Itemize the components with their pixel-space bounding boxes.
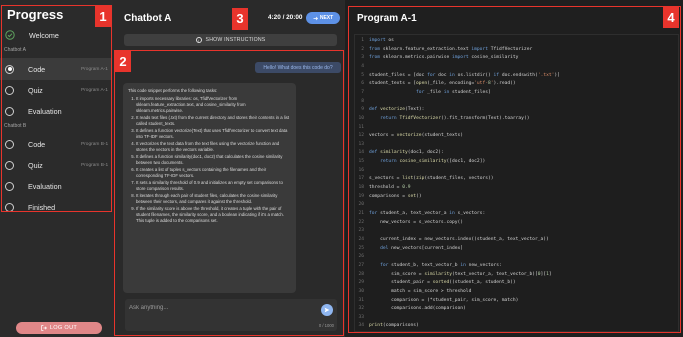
annotation-label-4: 4	[663, 7, 679, 28]
annotation-box-4	[348, 6, 681, 333]
chat-title: Chatbot A	[124, 13, 172, 24]
annotation-label-2: 2	[115, 51, 131, 72]
annotation-box-1	[1, 5, 112, 212]
annotation-label-3: 3	[232, 8, 248, 29]
next-label: NEXT	[319, 15, 334, 21]
arrow-right-icon	[313, 16, 318, 20]
logout-button[interactable]: LOG OUT	[16, 322, 102, 334]
next-button[interactable]: NEXT	[306, 12, 340, 24]
instructions-label: SHOW INSTRUCTIONS	[205, 37, 266, 43]
logout-label: LOG OUT	[49, 325, 78, 331]
show-instructions-button[interactable]: i SHOW INSTRUCTIONS	[124, 34, 337, 46]
annotation-box-2	[114, 50, 344, 336]
annotation-label-1: 1	[95, 6, 111, 27]
logout-icon	[41, 325, 47, 331]
timer: 4:20 / 20:00	[268, 14, 303, 21]
info-icon: i	[195, 37, 202, 43]
